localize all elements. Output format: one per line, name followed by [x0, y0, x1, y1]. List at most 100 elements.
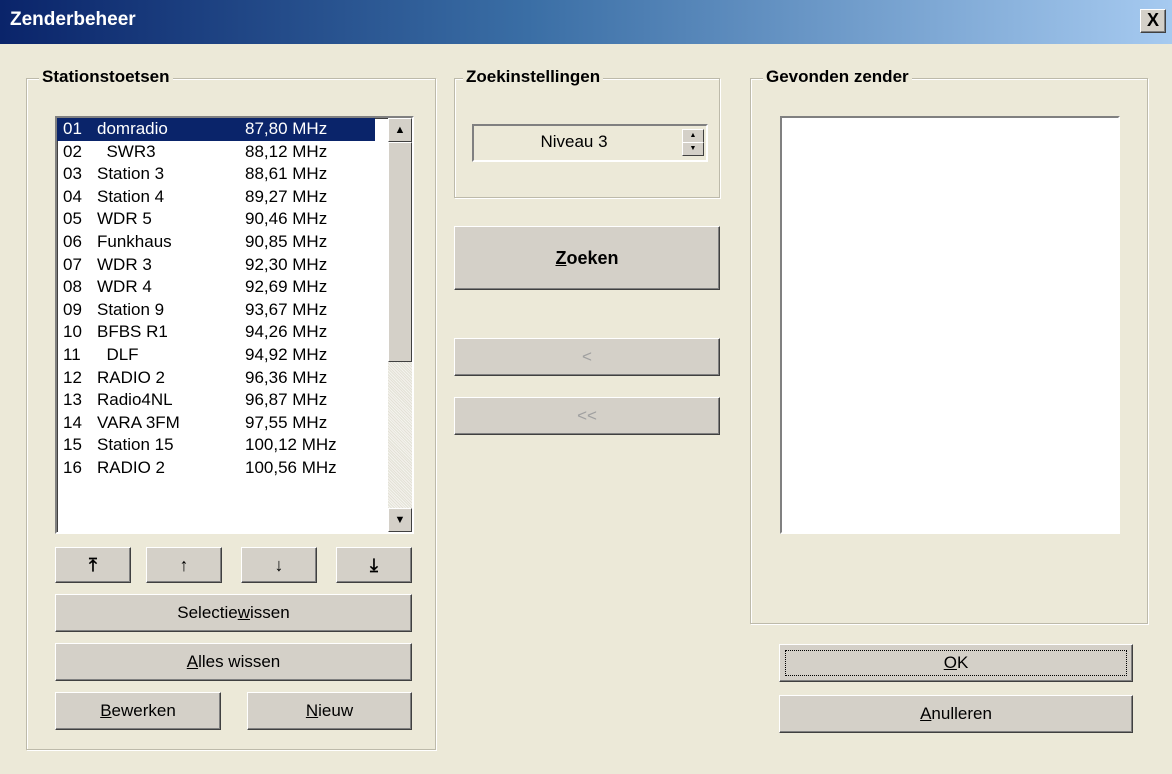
- station-freq: 88,12 MHz: [245, 141, 328, 161]
- station-row[interactable]: 07 WDR 3 92,30 MHz: [57, 254, 412, 277]
- station-row[interactable]: 06 Funkhaus 90,85 MHz: [57, 231, 412, 254]
- station-freq: 93,67 MHz: [245, 299, 328, 319]
- found-station-legend: Gevonden zender: [763, 67, 912, 87]
- station-freq: 90,85 MHz: [245, 231, 328, 251]
- label-accel: Z: [555, 247, 567, 268]
- scroll-thumb[interactable]: [388, 142, 412, 362]
- station-name: RADIO 2: [97, 457, 166, 477]
- station-freq: 97,55 MHz: [245, 412, 328, 432]
- station-name: RADIO 2: [97, 367, 166, 387]
- station-num: 05: [63, 209, 82, 229]
- clear-selection-button[interactable]: Selectie w issen: [55, 594, 412, 632]
- station-freq: 96,36 MHz: [245, 367, 328, 387]
- station-num: 13: [63, 390, 82, 410]
- station-row[interactable]: 09 Station 9 93,67 MHz: [57, 299, 412, 322]
- station-num: 04: [63, 186, 82, 206]
- found-station-list[interactable]: [780, 116, 1120, 534]
- add-selected-button[interactable]: <: [454, 338, 720, 376]
- station-row[interactable]: 05 WDR 5 90,46 MHz: [57, 208, 412, 231]
- vertical-scrollbar[interactable]: ▲ ▼: [388, 118, 412, 532]
- station-row[interactable]: 01 domradio 87,80 MHz: [57, 118, 375, 141]
- move-down-button[interactable]: ↓: [241, 547, 317, 583]
- ok-button[interactable]: OK: [779, 644, 1133, 682]
- station-freq: 88,61 MHz: [245, 164, 328, 184]
- move-top-button[interactable]: ⤒: [55, 547, 131, 583]
- add-all-button[interactable]: <<: [454, 397, 720, 435]
- presets-legend: Stationstoetsen: [39, 67, 173, 87]
- new-button[interactable]: Nieuw: [247, 692, 412, 730]
- spin-down-icon[interactable]: ▼: [682, 142, 704, 156]
- label-part: oeken: [566, 247, 619, 268]
- cancel-button[interactable]: Anulleren: [779, 695, 1133, 733]
- station-num: 01: [63, 119, 82, 138]
- station-row[interactable]: 15 Station 15 100,12 MHz: [57, 434, 412, 457]
- station-num: 07: [63, 254, 82, 274]
- label-accel: w: [237, 603, 251, 622]
- station-name: Station 9: [97, 299, 165, 319]
- scroll-down-button[interactable]: ▼: [388, 508, 412, 532]
- clear-all-button[interactable]: Alles wissen: [55, 643, 412, 681]
- arrow-up-icon: ↑: [179, 554, 189, 575]
- label-accel: A: [186, 652, 199, 671]
- station-list[interactable]: 01 domradio 87,80 MHz 02 SWR3 88,12 MHz 03 Sta…: [55, 116, 414, 534]
- station-num: 09: [63, 299, 82, 319]
- station-row[interactable]: 13 Radio4NL 96,87 MHz: [57, 389, 412, 412]
- station-num: 12: [63, 367, 82, 387]
- label-accel: B: [100, 701, 112, 720]
- station-name: Radio4NL: [97, 390, 173, 410]
- station-rows: 01 domradio 87,80 MHz 02 SWR3 88,12 MHz 03 Sta…: [57, 118, 412, 480]
- station-num: 14: [63, 412, 82, 432]
- search-settings-legend: Zoekinstellingen: [463, 67, 604, 87]
- search-button[interactable]: Zoeken: [454, 226, 720, 290]
- station-row[interactable]: 02 SWR3 88,12 MHz: [57, 141, 412, 164]
- search-level-value: Niveau 3: [540, 132, 608, 151]
- station-num: 08: [63, 277, 82, 297]
- station-row[interactable]: 04 Station 4 89,27 MHz: [57, 186, 412, 209]
- station-num: 16: [63, 457, 82, 477]
- close-button[interactable]: X: [1140, 9, 1166, 33]
- station-freq: 100,56 MHz: [245, 457, 337, 477]
- station-freq: 94,26 MHz: [245, 322, 328, 342]
- arrow-down-icon: ↓: [274, 554, 284, 575]
- label-part: lles wissen: [198, 652, 281, 671]
- station-row[interactable]: 14 VARA 3FM 97,55 MHz: [57, 412, 412, 435]
- station-num: 11: [63, 344, 81, 364]
- station-name: Station 3: [97, 164, 165, 184]
- station-freq: 90,46 MHz: [245, 209, 328, 229]
- station-row[interactable]: 08 WDR 4 92,69 MHz: [57, 276, 412, 299]
- station-num: 02: [63, 141, 82, 161]
- station-row[interactable]: 12 RADIO 2 96,36 MHz: [57, 367, 412, 390]
- station-freq: 87,80 MHz: [245, 119, 328, 138]
- focus-rect: [785, 650, 1127, 676]
- station-name: VARA 3FM: [97, 412, 180, 432]
- label-accel: A: [920, 704, 932, 723]
- station-name: WDR 4: [97, 277, 152, 297]
- spinner-buttons: ▲ ▼: [682, 129, 704, 156]
- station-name: SWR3: [97, 141, 156, 161]
- station-name: BFBS R1: [97, 322, 168, 342]
- station-name: WDR 5: [97, 209, 152, 229]
- label-part: ewerken: [111, 701, 176, 720]
- move-bottom-button[interactable]: ⤓: [336, 547, 412, 583]
- title-bar[interactable]: Zenderbeheer X: [0, 0, 1172, 44]
- label-accel: N: [305, 701, 319, 720]
- edit-button[interactable]: Bewerken: [55, 692, 221, 730]
- station-row[interactable]: 03 Station 3 88,61 MHz: [57, 163, 412, 186]
- label-part: Selectie: [177, 603, 238, 622]
- station-name: Station 4: [97, 186, 165, 206]
- station-row[interactable]: 16 RADIO 2 100,56 MHz: [57, 457, 412, 480]
- station-row[interactable]: 10 BFBS R1 94,26 MHz: [57, 321, 412, 344]
- station-freq: 94,92 MHz: [245, 344, 328, 364]
- search-level-spinner[interactable]: Niveau 3 ▲ ▼: [472, 124, 708, 162]
- station-num: 10: [63, 322, 82, 342]
- station-name: domradio: [97, 119, 168, 138]
- station-row[interactable]: 11 DLF 94,92 MHz: [57, 344, 412, 367]
- move-up-button[interactable]: ↑: [146, 547, 222, 583]
- station-freq: 89,27 MHz: [245, 186, 328, 206]
- station-num: 06: [63, 231, 82, 251]
- label-part: nulleren: [931, 704, 992, 723]
- spin-up-icon[interactable]: ▲: [682, 129, 704, 143]
- scroll-up-button[interactable]: ▲: [388, 118, 412, 142]
- station-num: 15: [63, 435, 82, 455]
- station-name: Station 15: [97, 435, 174, 455]
